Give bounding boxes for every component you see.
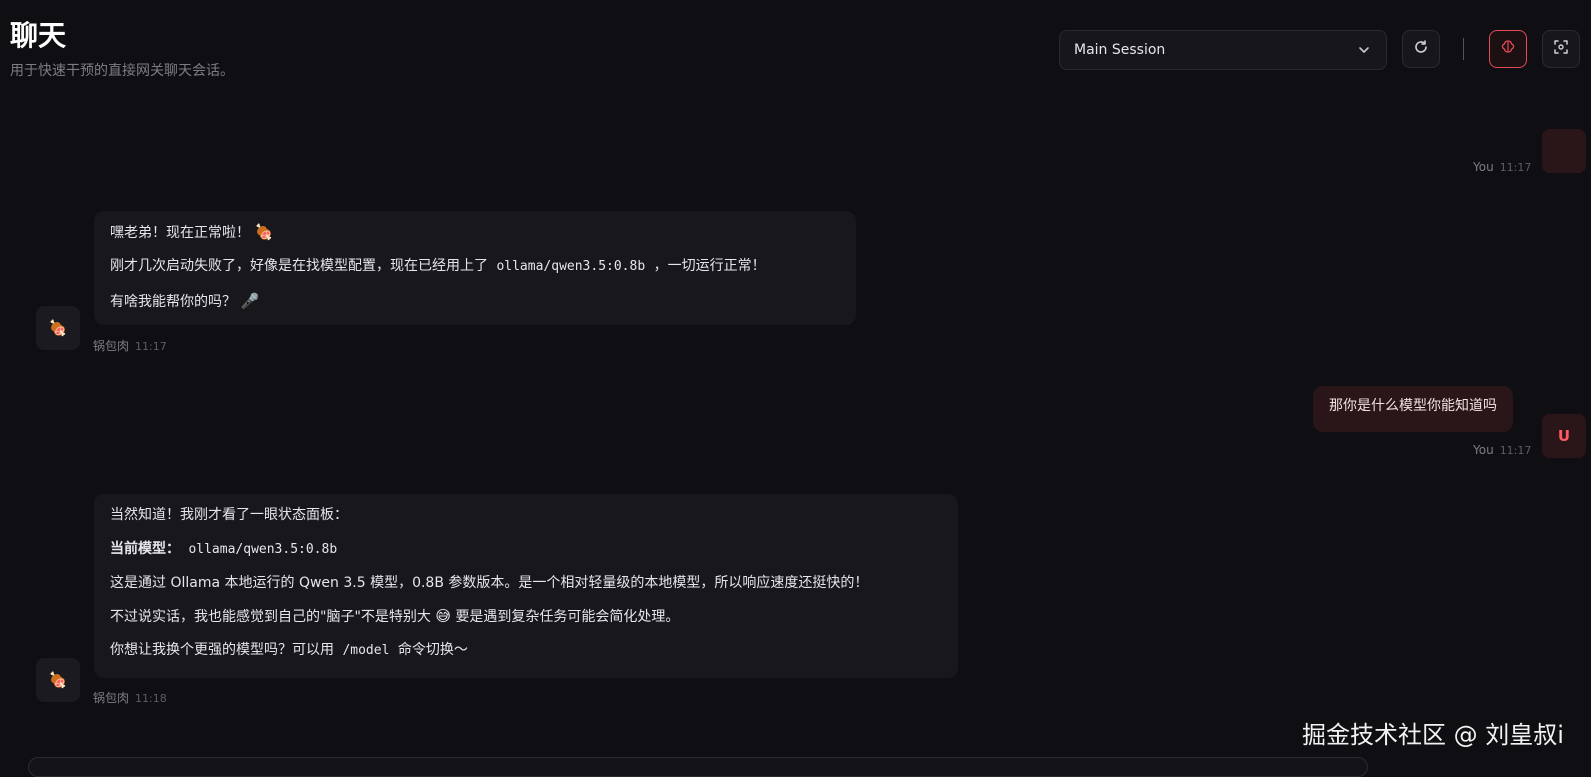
message-sender: You [1473,443,1494,457]
message-meta: You 11:17 [1473,160,1531,174]
user-message-bubble: 那你是什么模型你能知道吗 [1313,386,1513,432]
message-meta: You 11:17 [1473,443,1531,457]
message-time: 11:18 [135,692,167,705]
session-select[interactable]: Main Session [1059,30,1387,70]
message-text: 要是遇到复杂任务可能会简化处理。 [455,609,680,625]
message-time: 11:17 [1499,444,1532,457]
page-subtitle: 用于快速干预的直接网关聊天会话。 [10,63,234,79]
message-text: 不过说实话，我也能感觉到自己的"脑子"不是特别大 [110,609,431,625]
chevron-down-icon [1356,42,1372,58]
assistant-message-bubble: 当然知道！我刚才看了一眼状态面板： 当前模型： ollama/qwen3.5:0… [94,494,958,678]
user-avatar: U [1542,414,1586,458]
message-text: ，一切运行正常！ [653,258,766,274]
user-avatar [1542,129,1586,173]
inline-code: ollama/qwen3.5:0.8b [496,259,646,274]
refresh-icon [1413,39,1429,59]
message-meta: 锅包肉 11:17 [93,337,167,354]
message-sender: You [1473,160,1494,174]
focus-mode-button[interactable] [1542,30,1580,68]
brain-icon [1499,38,1517,60]
inline-code: ollama/qwen3.5:0.8b [188,542,338,557]
focus-icon [1553,39,1569,59]
message-text: 刚才几次启动失败了，好像是在找模型配置，现在已经用上了 [110,258,488,274]
message-text: 当然知道！我刚才看了一眼状态面板： [110,507,348,523]
message-composer[interactable] [28,757,1368,777]
message-text: 命令切换～ [397,642,468,658]
message-text: 这是通过 Ollama 本地运行的 Qwen 3.5 模型，0.8B 参数版本。… [110,575,869,591]
assistant-avatar: 🍖 [36,658,80,702]
refresh-button[interactable] [1402,30,1440,68]
message-text: 有啥我能帮你的吗？ [110,294,236,310]
assistant-message-bubble: 嘿老弟！现在正常啦！ 🍖 刚才几次启动失败了，好像是在找模型配置，现在已经用上了… [94,211,856,325]
grin-sweat-emoji: 😅 [435,607,451,625]
watermark: 掘金技术社区 @ 刘皇叔i [1302,721,1564,749]
page-title: 聊天 [10,19,67,52]
session-select-value: Main Session [1074,42,1166,58]
current-model-label: 当前模型： [110,541,180,557]
message-text: 你想让我换个更强的模型吗？可以用 [110,642,334,658]
message-time: 11:17 [135,340,167,353]
inline-code: /model [342,643,390,658]
message-meta: 锅包肉 11:18 [93,689,167,706]
message-time: 11:17 [1499,161,1532,174]
microphone-emoji: 🎤 [240,292,260,310]
thinking-toggle-button[interactable] [1489,30,1527,68]
meat-emoji: 🍖 [254,223,274,241]
message-text: 嘿老弟！现在正常啦！ [110,225,250,241]
toolbar-divider [1463,38,1464,60]
assistant-avatar: 🍖 [36,306,80,350]
message-sender: 锅包肉 [93,691,130,705]
message-sender: 锅包肉 [93,339,130,353]
